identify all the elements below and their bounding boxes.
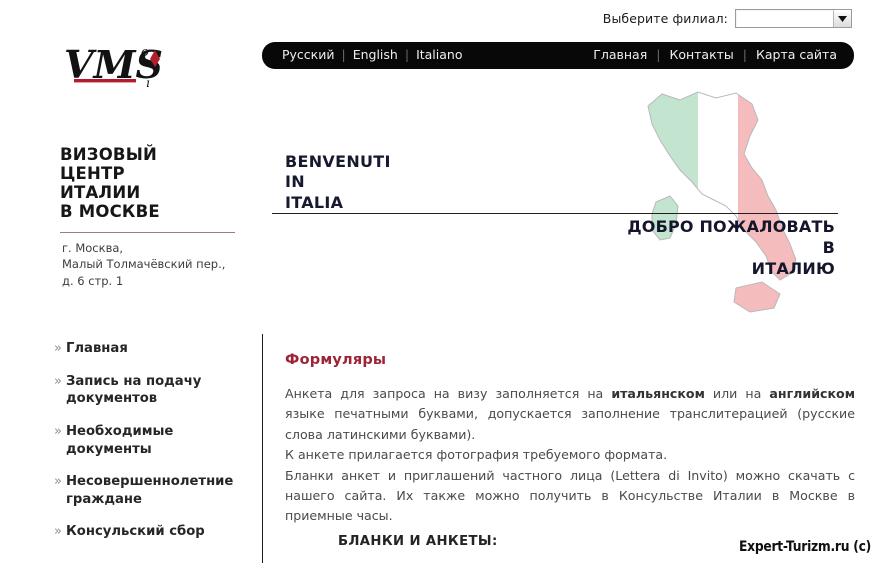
emphasis-italian: итальянском: [611, 386, 705, 401]
sidebar-item-appointment[interactable]: » Запись на подачу документов: [50, 373, 260, 408]
sidebar-menu: » Главная » Запись на подачу документов …: [50, 340, 260, 556]
intro-paragraph: Анкета для запроса на визу заполняется н…: [285, 384, 855, 445]
chevron-right-icon: »: [54, 373, 62, 389]
site-links: Главная | Контакты | Карта сайта: [593, 49, 837, 62]
nav-link-contacts[interactable]: Контакты: [669, 49, 733, 62]
chevron-right-icon: »: [54, 341, 62, 356]
benvenuti-line: BENVENUTI: [285, 152, 391, 171]
main-content: Формуляры Анкета для запроса на визу зап…: [285, 352, 855, 527]
site-title: ВИЗОВЫЙ ЦЕНТР ИТАЛИИ В МОСКВЕ: [60, 145, 250, 222]
sidebar-item-label: Необходимые документы: [66, 423, 174, 457]
benvenuti-line: IN: [285, 172, 305, 192]
page-title: Формуляры: [285, 352, 387, 368]
svg-text:ı: ı: [146, 76, 150, 90]
info-lines: К анкете прилагается фотография требуемо…: [285, 445, 855, 527]
nav-link-italiano[interactable]: Italiano: [416, 49, 462, 62]
address-line: Малый Толмачёвский пер.,: [62, 257, 226, 272]
chevron-right-icon: »: [54, 474, 62, 490]
welcome-line: В: [822, 238, 835, 258]
nav-separator: |: [404, 47, 410, 63]
nav-link-english[interactable]: English: [353, 49, 398, 62]
chevron-right-icon: »: [54, 423, 62, 439]
italy-map-icon: [640, 84, 810, 322]
svg-text:o: o: [141, 45, 149, 60]
sidebar-item-consular-fee[interactable]: » Консульский сбор: [50, 523, 260, 541]
sidebar-item-home[interactable]: » Главная: [50, 340, 260, 358]
site-title-line: ЦЕНТР: [60, 164, 125, 184]
content-vertical-divider: [262, 334, 263, 563]
hero-divider: [272, 213, 838, 214]
emphasis-english: английском: [769, 386, 855, 401]
chevron-right-icon: »: [54, 524, 62, 540]
site-title-line: ИТАЛИИ: [60, 183, 141, 203]
welcome-heading: ДОБРО ПОЖАЛОВАТЬ В ИТАЛИЮ: [540, 216, 835, 279]
address-line: г. Москва,: [62, 241, 124, 255]
forms-section-heading: БЛАНКИ И АНКЕТЫ:: [338, 534, 498, 549]
language-links: Русский | English | Italiano: [282, 49, 463, 62]
sidebar-divider: [60, 232, 235, 233]
nav-separator: |: [341, 47, 346, 63]
branch-select[interactable]: [735, 8, 852, 28]
nav-link-russian[interactable]: Русский: [282, 49, 334, 62]
chevron-down-icon[interactable]: [833, 9, 851, 27]
sidebar-item-label: Запись на подачу документов: [66, 373, 202, 407]
intro-text-a: Анкета для запроса на визу заполняется н…: [285, 386, 612, 401]
nav-separator: |: [656, 47, 661, 63]
photo-requirement-line: К анкете прилагается фотография требуемо…: [285, 447, 668, 463]
sidebar-item-required-documents[interactable]: » Необходимые документы: [50, 423, 260, 458]
sidebar-item-label: Несовершеннолетние граждане: [66, 474, 234, 507]
nav-separator: |: [742, 47, 748, 63]
site-title-line: ВИЗОВЫЙ: [60, 145, 158, 164]
site-title-line: В МОСКВЕ: [60, 202, 160, 222]
branch-selector-bar: Выберите филиал:: [0, 0, 881, 36]
main-navbar: Русский | English | Italiano Главная | К…: [262, 42, 854, 69]
sidebar-item-minors[interactable]: » Несовершеннолетние граждане: [50, 473, 260, 508]
benvenuti-heading: BENVENUTI IN ITALIA: [285, 152, 391, 213]
sidebar-item-label: Главная: [66, 341, 128, 356]
address-line: д. 6 стр. 1: [62, 273, 124, 288]
nav-link-home[interactable]: Главная: [593, 49, 647, 62]
benvenuti-line: ITALIA: [285, 192, 344, 212]
page-root: Выберите филиал: VMS o ı Русский | Engli…: [0, 0, 881, 563]
branch-select-label: Выберите филиал:: [602, 10, 728, 26]
intro-text-b: или на: [704, 386, 770, 401]
office-address: г. Москва, Малый Толмачёвский пер., д. 6…: [62, 240, 257, 289]
watermark: Expert-Turizm.ru (c): [738, 539, 871, 555]
welcome-line: ДОБРО ПОЖАЛОВАТЬ: [627, 217, 835, 236]
download-forms-line: Бланки анкет и приглашений частного лица…: [285, 467, 855, 524]
welcome-line: ИТАЛИЮ: [751, 259, 835, 279]
branch-select-value[interactable]: [736, 10, 833, 27]
vms-logo[interactable]: VMS o ı: [62, 42, 182, 94]
intro-text-c: языке печатными буквами, допускается зап…: [285, 406, 855, 442]
nav-link-sitemap[interactable]: Карта сайта: [756, 49, 837, 62]
sidebar-item-label: Консульский сбор: [66, 524, 205, 540]
